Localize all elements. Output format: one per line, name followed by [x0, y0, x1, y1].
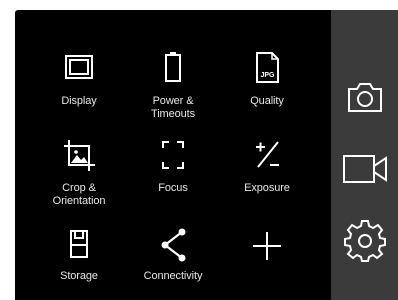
focus-brackets-icon	[151, 135, 195, 179]
camera-settings-screen: Display Power & Timeouts JPG Quality Cro…	[15, 10, 398, 300]
photo-mode-button[interactable]	[341, 73, 389, 121]
menu-item-add[interactable]	[217, 225, 317, 300]
menu-item-label: Focus	[158, 182, 188, 194]
menu-item-label: Quality	[250, 95, 284, 107]
menu-item-crop-orientation[interactable]: Crop & Orientation	[29, 135, 129, 225]
menu-item-display[interactable]: Display	[29, 48, 129, 138]
menu-item-storage[interactable]: Storage	[29, 225, 129, 300]
video-mode-button[interactable]	[341, 146, 389, 194]
jpg-file-icon: JPG	[245, 48, 289, 92]
settings-button[interactable]	[341, 218, 389, 266]
settings-menu-grid: Display Power & Timeouts JPG Quality Cro…	[15, 10, 331, 300]
sd-card-icon	[57, 225, 101, 269]
plus-minus-icon	[245, 135, 289, 179]
crop-image-icon	[57, 135, 101, 179]
menu-item-label: Crop & Orientation	[52, 182, 106, 207]
menu-item-power-timeouts[interactable]: Power & Timeouts	[123, 48, 223, 138]
battery-icon	[151, 48, 195, 92]
mode-sidebar	[331, 10, 398, 300]
menu-item-focus[interactable]: Focus	[123, 135, 223, 225]
plus-icon	[245, 225, 289, 269]
menu-item-exposure[interactable]: Exposure	[217, 135, 317, 225]
menu-item-quality[interactable]: JPG Quality	[217, 48, 317, 138]
menu-item-label: Storage	[60, 270, 98, 282]
jpg-label: JPG	[260, 72, 275, 79]
menu-item-label: Power & Timeouts	[150, 95, 196, 120]
menu-item-label: Connectivity	[143, 270, 203, 282]
menu-item-label: Display	[61, 95, 97, 107]
camera-icon	[348, 83, 382, 112]
gear-icon	[344, 220, 386, 262]
menu-item-label: Exposure	[244, 182, 290, 194]
video-camera-icon	[343, 155, 387, 183]
menu-item-connectivity[interactable]: Connectivity	[123, 225, 223, 300]
display-icon	[57, 48, 101, 92]
share-icon	[151, 225, 195, 269]
